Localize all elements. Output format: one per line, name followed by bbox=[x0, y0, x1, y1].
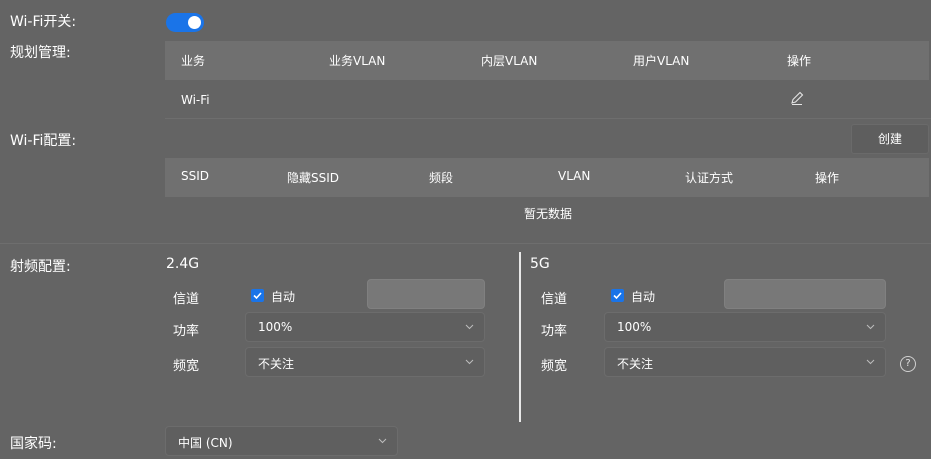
channel-label-5g: 信道 bbox=[541, 292, 568, 307]
col-header-hidden-ssid: 隐藏SSID bbox=[287, 171, 340, 185]
chevron-down-icon bbox=[378, 438, 387, 444]
auto-label-24g: 自动 bbox=[271, 290, 296, 304]
power-label-24g: 功率 bbox=[173, 324, 200, 339]
edit-pencil-icon[interactable] bbox=[789, 90, 805, 106]
col-header-band: 频段 bbox=[429, 171, 454, 185]
bandwidth-select-5g[interactable]: 不关注 bbox=[604, 347, 886, 377]
power-select-5g[interactable]: 100% bbox=[604, 312, 886, 342]
col-header-ssid: SSID bbox=[181, 169, 210, 183]
channel-input-5g[interactable] bbox=[724, 279, 886, 309]
plan-mgmt-table-header: 业务 业务VLAN 内层VLAN 用户VLAN 操作 bbox=[165, 41, 929, 80]
table-row: Wi-Fi bbox=[165, 80, 929, 118]
divider bbox=[165, 118, 931, 119]
col-header-action: 操作 bbox=[787, 54, 812, 68]
country-code-select[interactable]: 中国 (CN) bbox=[165, 426, 398, 456]
col-header-service: 业务 bbox=[181, 54, 206, 68]
bandwidth-value-24g: 不关注 bbox=[258, 357, 295, 371]
plan-mgmt-label: 规划管理: bbox=[10, 45, 71, 61]
channel-label-24g: 信道 bbox=[173, 292, 200, 307]
toggle-knob bbox=[188, 16, 201, 29]
col-header-auth: 认证方式 bbox=[685, 171, 734, 185]
band-24g-title: 2.4G bbox=[166, 256, 200, 272]
bandwidth-select-24g[interactable]: 不关注 bbox=[245, 347, 485, 377]
col-header-user-vlan: 用户VLAN bbox=[633, 54, 690, 68]
wifi-config-label: Wi-Fi配置: bbox=[10, 133, 77, 149]
divider bbox=[0, 243, 931, 244]
wifi-switch-toggle[interactable] bbox=[166, 13, 204, 32]
create-button[interactable]: 创建 bbox=[851, 124, 929, 154]
country-code-label: 国家码: bbox=[10, 436, 57, 452]
chevron-down-icon bbox=[866, 359, 875, 365]
auto-label-5g: 自动 bbox=[631, 290, 656, 304]
bandwidth-label-24g: 频宽 bbox=[173, 359, 200, 374]
check-icon bbox=[253, 292, 262, 300]
col-header-inner-vlan: 内层VLAN bbox=[481, 54, 538, 68]
power-value-5g: 100% bbox=[617, 320, 652, 334]
auto-checkbox-5g[interactable] bbox=[611, 289, 624, 302]
chevron-down-icon bbox=[465, 324, 474, 330]
col-header-service-vlan: 业务VLAN bbox=[329, 54, 386, 68]
empty-text: 暂无数据 bbox=[524, 207, 573, 221]
band-5g-title: 5G bbox=[530, 256, 550, 272]
country-code-value: 中国 (CN) bbox=[178, 436, 233, 450]
chevron-down-icon bbox=[866, 324, 875, 330]
question-circle-icon[interactable]: ? bbox=[900, 356, 916, 372]
wifi-switch-label: Wi-Fi开关: bbox=[10, 14, 77, 30]
wifi-config-table-header: SSID 隐藏SSID 频段 VLAN 认证方式 操作 bbox=[165, 158, 929, 197]
bandwidth-label-5g: 频宽 bbox=[541, 359, 568, 374]
power-value-24g: 100% bbox=[258, 320, 293, 334]
power-label-5g: 功率 bbox=[541, 324, 568, 339]
radio-config-label: 射频配置: bbox=[10, 259, 71, 275]
col-header-vlan: VLAN bbox=[558, 169, 591, 183]
check-icon bbox=[613, 292, 622, 300]
auto-checkbox-24g[interactable] bbox=[251, 289, 264, 302]
cell-service: Wi-Fi bbox=[181, 93, 210, 107]
power-select-24g[interactable]: 100% bbox=[245, 312, 485, 342]
bandwidth-value-5g: 不关注 bbox=[617, 357, 654, 371]
chevron-down-icon bbox=[465, 359, 474, 365]
channel-input-24g[interactable] bbox=[367, 279, 485, 309]
col-header-wifi-action: 操作 bbox=[815, 171, 840, 185]
band-divider bbox=[519, 252, 521, 422]
